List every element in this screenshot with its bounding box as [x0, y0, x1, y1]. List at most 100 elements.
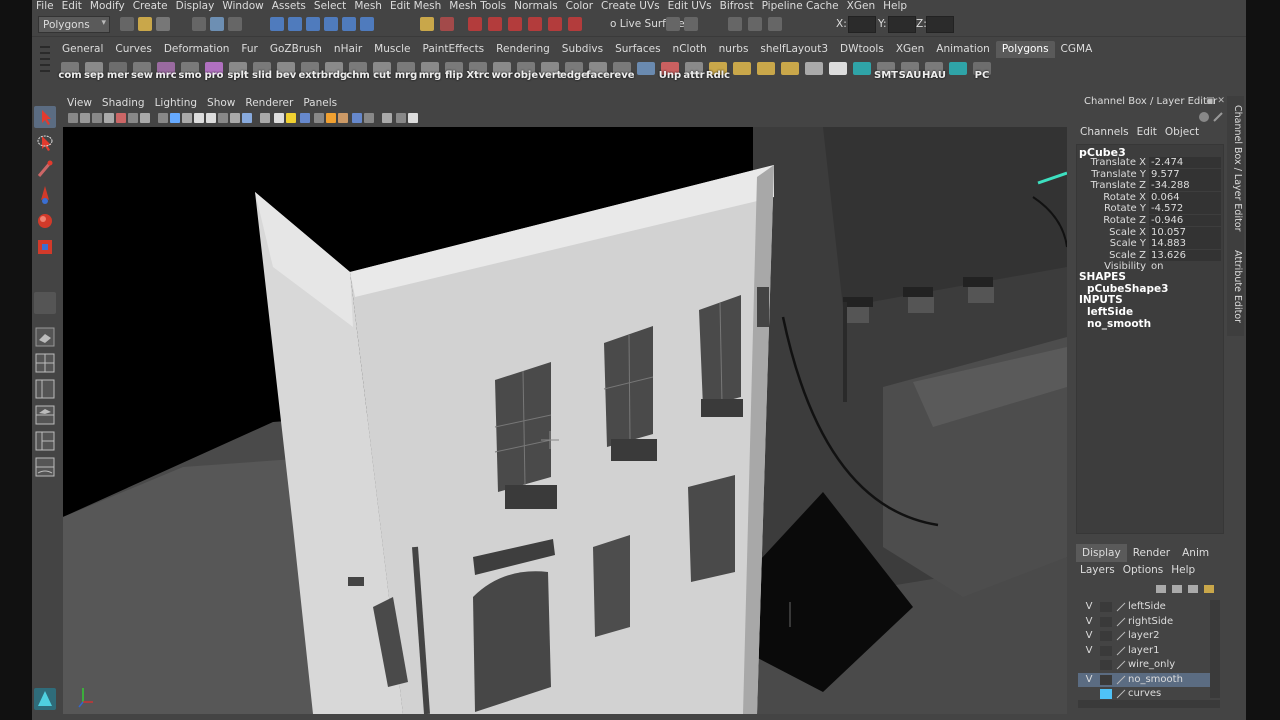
menu-modify[interactable]: Modify [86, 0, 129, 12]
shelf-button[interactable]: slid [250, 61, 274, 87]
viewport-menu-renderer[interactable]: Renderer [240, 95, 298, 111]
menu-create[interactable]: Create [129, 0, 172, 12]
shelf-button[interactable]: mer [106, 61, 130, 87]
x-coord-field[interactable] [848, 16, 876, 33]
attribute-value[interactable]: -2.474 [1149, 157, 1221, 168]
viewport-tool-icon[interactable] [274, 113, 284, 123]
shelf-button[interactable]: mrg [418, 61, 442, 87]
shelf-tab-polygons[interactable]: Polygons [995, 41, 1055, 58]
menu-assets[interactable]: Assets [268, 0, 310, 12]
snap-point-icon[interactable] [306, 17, 320, 31]
viewport-tool-icon[interactable] [104, 113, 114, 123]
viewport-tool-icon[interactable] [382, 113, 392, 123]
viewport-tool-icon[interactable] [182, 113, 192, 123]
attribute-value[interactable]: 9.577 [1149, 168, 1221, 180]
shelf-tab-cgma[interactable]: CGMA [1055, 41, 1099, 58]
shelf-button[interactable] [826, 61, 850, 87]
shelf-button[interactable]: reve [609, 61, 635, 87]
shelf-tab-general[interactable]: General [56, 41, 109, 58]
shelf-button[interactable]: mrc [154, 61, 178, 87]
layer-row[interactable]: VrightSide [1078, 615, 1210, 630]
viewport-menu-lighting[interactable]: Lighting [150, 95, 202, 111]
attribute-value[interactable]: 10.057 [1149, 226, 1221, 238]
channel-menu-edit[interactable]: Edit [1133, 126, 1161, 140]
y-coord-field[interactable] [888, 16, 916, 33]
menu-xgen[interactable]: XGen [843, 0, 879, 12]
shelf-tab-ncloth[interactable]: nCloth [667, 41, 713, 58]
playback-toggle[interactable] [1100, 689, 1112, 699]
shelf-button[interactable]: SAU [898, 61, 922, 87]
viewport-tool-icon[interactable] [194, 113, 204, 123]
layer-menu-layers[interactable]: Layers [1076, 564, 1119, 578]
menu-mesh[interactable]: Mesh [350, 0, 386, 12]
viewport-tool-icon[interactable] [408, 113, 418, 123]
tab-display[interactable]: Display [1076, 544, 1127, 562]
layer-row[interactable]: curves [1078, 687, 1210, 700]
attribute-value[interactable]: -0.946 [1149, 215, 1221, 226]
viewport-tool-icon[interactable] [116, 113, 126, 123]
shelf-tab-muscle[interactable]: Muscle [368, 41, 416, 58]
shelf-button[interactable]: SMT [874, 61, 898, 87]
shelf-tab-deformation[interactable]: Deformation [158, 41, 236, 58]
persp-outliner-layout-icon[interactable] [34, 378, 56, 400]
shelf-button[interactable]: sew [130, 61, 154, 87]
viewport-tool-icon[interactable] [364, 113, 374, 123]
shelf-button[interactable] [778, 61, 802, 87]
construction-history-icon[interactable] [440, 17, 454, 31]
attribute-row[interactable]: Scale Y 14.883 [1077, 238, 1223, 250]
relative-mode-icon[interactable] [768, 17, 782, 31]
tab-anim[interactable]: Anim [1176, 544, 1215, 562]
shelf-tab-nhair[interactable]: nHair [328, 41, 368, 58]
tab-channel-box[interactable]: Channel Box / Layer Editor [1228, 100, 1243, 236]
shelf-button[interactable]: Unp [658, 61, 682, 87]
tab-render[interactable]: Render [1127, 544, 1176, 562]
single-perspective-layout-icon[interactable] [34, 326, 56, 348]
input-node[interactable]: no_smooth [1087, 318, 1151, 330]
layer-name[interactable]: leftSide [1128, 601, 1166, 612]
viewport-menu-panels[interactable]: Panels [298, 95, 342, 111]
visibility-toggle[interactable]: V [1082, 645, 1096, 656]
playback-toggle[interactable] [1100, 645, 1112, 656]
attribute-value[interactable]: -34.288 [1149, 180, 1221, 192]
workspace-icon[interactable] [34, 688, 56, 710]
render-settings-icon[interactable] [508, 17, 522, 31]
viewport-tool-icon[interactable] [206, 113, 216, 123]
shelf-tab-curves[interactable]: Curves [109, 41, 157, 58]
menu-set-dropdown[interactable]: Polygons ▾ [38, 16, 110, 33]
viewport-tool-icon[interactable] [300, 113, 310, 123]
menu-select[interactable]: Select [310, 0, 350, 12]
ipr-render-icon[interactable] [488, 17, 502, 31]
attribute-row[interactable]: Rotate Z -0.946 [1077, 215, 1223, 227]
shelf-tab-animation[interactable]: Animation [930, 41, 996, 58]
shelf-button[interactable]: com [58, 61, 82, 87]
snap-surface-icon[interactable] [342, 17, 356, 31]
scale-icon[interactable] [34, 236, 56, 258]
shelf-button[interactable]: pro [202, 61, 226, 87]
layer-row[interactable]: Vno_smooth [1078, 672, 1210, 687]
visibility-toggle[interactable]: V [1082, 630, 1096, 641]
rotate-icon[interactable] [34, 210, 56, 232]
shelf-button[interactable]: mrg [394, 61, 418, 87]
close-icon[interactable]: ▣ ✕ [1206, 96, 1225, 106]
viewport-tool-icon[interactable] [68, 113, 78, 123]
layer-name[interactable]: wire_only [1128, 659, 1175, 670]
render-view-icon[interactable] [548, 17, 562, 31]
shelf-tab-rendering[interactable]: Rendering [490, 41, 556, 58]
viewport-tool-icon[interactable] [286, 113, 296, 123]
menu-help[interactable]: Help [879, 0, 911, 12]
shelf-button[interactable]: Xtrc [466, 61, 490, 87]
select-component-icon[interactable] [228, 17, 242, 31]
attribute-value[interactable]: on [1149, 261, 1221, 272]
shelf-button[interactable]: flip [442, 61, 466, 87]
snap-grid-icon[interactable] [270, 17, 284, 31]
attribute-value[interactable]: 13.626 [1149, 249, 1221, 261]
viewport-tool-icon[interactable] [92, 113, 102, 123]
shelf-button[interactable]: edge [560, 61, 588, 87]
magnet-icon[interactable] [568, 17, 582, 31]
shelf-button[interactable] [754, 61, 778, 87]
shelf-button[interactable] [946, 61, 970, 87]
viewport-menu-view[interactable]: View [62, 95, 97, 111]
transform-mode-icon[interactable] [748, 17, 762, 31]
playback-toggle[interactable] [1100, 616, 1112, 627]
snap-curve-icon[interactable] [288, 17, 302, 31]
